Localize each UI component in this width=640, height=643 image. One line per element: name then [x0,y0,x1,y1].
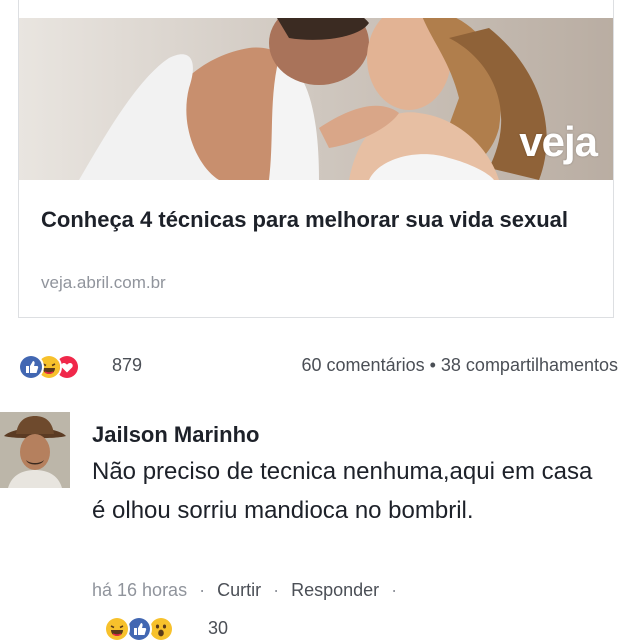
meta-separator: · [199,580,206,600]
comment-text: Não preciso de tecnica nenhuma,aqui em c… [92,458,593,524]
post-reactions[interactable] [18,354,108,380]
reply-button[interactable]: Responder [291,580,379,600]
reaction-count[interactable]: 879 [112,355,142,376]
comment: Jailson Marinho Não preciso de tecnica n… [0,412,640,643]
meta-separator: · [273,580,280,600]
link-preview-card[interactable]: veja Conheça 4 técnicas para melhorar su… [18,0,614,318]
comments-count-link[interactable]: 60 comentários [302,355,425,375]
comment-timestamp[interactable]: há 16 horas [92,580,187,600]
comment-author[interactable]: Jailson Marinho [92,422,259,448]
post-stats-right: 60 comentários • 38 compartilhamentos [302,355,618,376]
link-preview-domain: veja.abril.com.br [41,273,166,292]
comment-meta: há 16 horas · Curtir · Responder · [92,580,409,601]
comment-reaction-count: 30 [208,618,229,638]
stats-separator: • [429,355,436,375]
comment-reactions[interactable]: 30 [104,614,244,642]
haha-icon [104,616,130,642]
post-stats-bar: 879 60 comentários • 38 compartilhamentos [18,351,618,380]
like-icon [18,354,44,380]
link-preview-image[interactable]: veja [19,18,613,180]
meta-separator: · [391,580,398,600]
shares-count-link[interactable]: 38 compartilhamentos [441,355,618,375]
veja-logo: veja [519,118,598,165]
link-preview-title[interactable]: Conheça 4 técnicas para melhorar sua vid… [41,204,601,235]
avatar[interactable] [0,412,70,488]
like-comment-button[interactable]: Curtir [217,580,261,600]
